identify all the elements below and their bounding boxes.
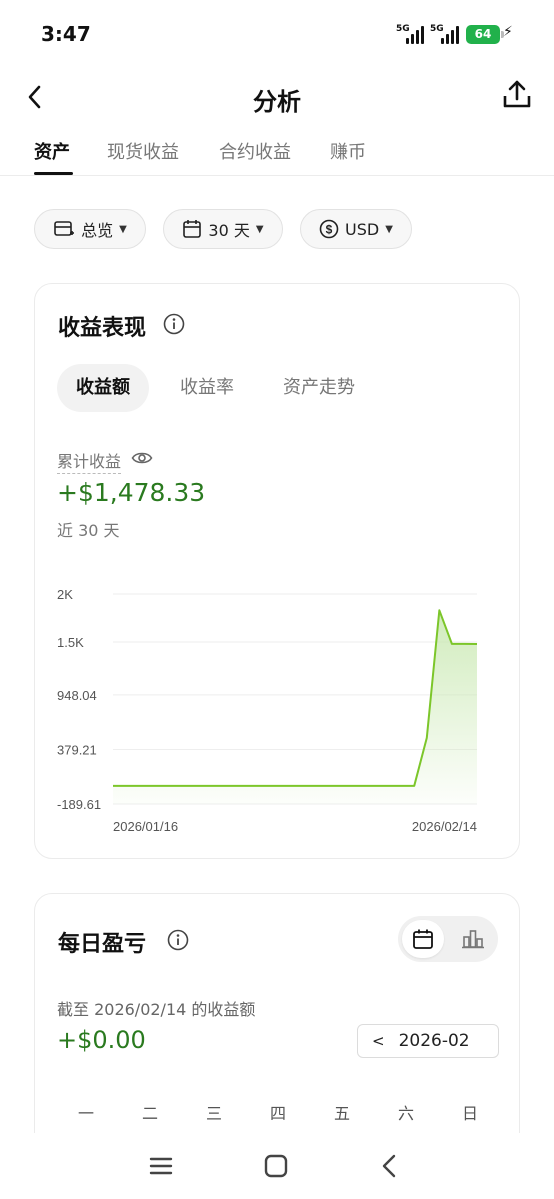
as-of-label: 截至 2026/02/14 的收益额 xyxy=(57,1000,256,1019)
y-tick-label: -189.61 xyxy=(57,797,101,812)
tab-assets[interactable]: 资产 xyxy=(34,138,70,164)
calendar-icon xyxy=(183,220,202,238)
battery-icon: 64 xyxy=(466,25,504,44)
weekday-label: 六 xyxy=(397,1104,414,1123)
weekday-label: 日 xyxy=(461,1104,478,1123)
network-type-label: 5G xyxy=(430,24,444,34)
info-icon[interactable] xyxy=(167,929,189,951)
tab-bar: 资产 现货收益 合约收益 赚币 xyxy=(0,136,554,176)
home-icon xyxy=(264,1154,288,1178)
caret-down-icon: ▼ xyxy=(119,223,127,235)
y-tick-label: 1.5K xyxy=(57,635,84,650)
caret-down-icon: ▼ xyxy=(255,223,264,235)
weekday-label: 三 xyxy=(205,1104,222,1123)
currency-dropdown[interactable]: $ USD ▼ xyxy=(300,209,412,249)
scope-dropdown[interactable]: 总览 ▼ xyxy=(34,209,146,249)
area-fill xyxy=(113,610,477,804)
segment-asset-trend[interactable]: 资产走势 xyxy=(265,364,373,412)
weekday-label: 一 xyxy=(77,1104,94,1123)
month-label: 2026-02 xyxy=(398,1031,470,1051)
signal-icon: 5G xyxy=(430,24,462,44)
range-label: 30 天 xyxy=(208,221,250,240)
cumulative-earnings-value: +$1,478.33 xyxy=(57,478,206,507)
charging-icon: ⚡ xyxy=(503,24,513,40)
tab-earn[interactable]: 赚币 xyxy=(330,138,366,164)
weekday-label: 四 xyxy=(269,1104,286,1123)
status-time: 3:47 xyxy=(41,22,91,46)
page-title: 分析 xyxy=(253,88,301,116)
back-arrow-icon xyxy=(382,1154,396,1178)
system-back-button[interactable] xyxy=(375,1151,405,1181)
share-button[interactable] xyxy=(500,78,534,112)
range-dropdown[interactable]: 30 天 ▼ xyxy=(163,209,283,249)
signal-icon: 5G xyxy=(396,24,426,44)
month-picker[interactable]: < 2026-02 xyxy=(357,1024,499,1058)
bar-chart-view-button[interactable] xyxy=(452,920,494,958)
weekday-label: 五 xyxy=(333,1104,350,1123)
info-icon[interactable] xyxy=(163,313,185,335)
system-nav-bar xyxy=(0,1133,554,1199)
earnings-chart: 2K 1.5K 948.04 379.21 -189.61 2026/01/16 2026/… xyxy=(57,587,478,834)
scope-label: 总览 xyxy=(81,221,114,240)
dollar-circle-icon: $ xyxy=(319,219,339,239)
view-toggle xyxy=(398,916,498,962)
home-button[interactable] xyxy=(261,1151,291,1181)
y-tick-label: 2K xyxy=(57,587,73,602)
active-tab-indicator xyxy=(34,172,73,175)
menu-icon xyxy=(149,1157,173,1175)
performance-card: 收益表现 收益额 收益率 资产走势 累计收益 +$1,478.33 近 30 天… xyxy=(34,283,520,859)
segment-earnings-rate[interactable]: 收益率 xyxy=(163,364,251,412)
daily-pnl-card: 每日盈亏 截至 2026/02/14 的收益额 +$0.00 < 2026-02… xyxy=(34,893,520,1153)
menu-button[interactable] xyxy=(146,1151,176,1181)
daily-pnl-value: +$0.00 xyxy=(57,1026,146,1054)
x-tick-label: 2026/01/16 xyxy=(113,819,178,834)
segment-earnings-amount[interactable]: 收益额 xyxy=(57,364,149,412)
calendar-view-button[interactable] xyxy=(402,920,444,958)
y-tick-label: 948.04 xyxy=(57,688,97,703)
overview-icon xyxy=(54,221,75,236)
share-icon xyxy=(503,80,531,108)
calendar-icon xyxy=(413,929,433,949)
tab-spot-earnings[interactable]: 现货收益 xyxy=(107,138,179,164)
chevron-left-icon[interactable]: < xyxy=(372,1032,385,1050)
currency-label: USD xyxy=(345,219,380,239)
bar-chart-icon xyxy=(462,930,484,949)
eye-icon[interactable] xyxy=(131,449,153,467)
performance-title: 收益表现 xyxy=(58,316,147,341)
period-label: 近 30 天 xyxy=(57,521,120,540)
caret-down-icon: ▼ xyxy=(385,223,393,235)
daily-pnl-title: 每日盈亏 xyxy=(58,932,147,957)
network-type-label: 5G xyxy=(396,24,410,34)
cumulative-earnings-label: 累计收益 xyxy=(57,448,122,474)
tab-futures-earnings[interactable]: 合约收益 xyxy=(219,138,291,164)
status-bar: 3:47 5G 5G 64 ⚡ xyxy=(0,0,554,68)
x-tick-label: 2026/02/14 xyxy=(412,819,477,834)
svg-text:$: $ xyxy=(326,223,333,237)
weekday-label: 二 xyxy=(141,1104,158,1123)
y-tick-label: 379.21 xyxy=(57,742,97,757)
